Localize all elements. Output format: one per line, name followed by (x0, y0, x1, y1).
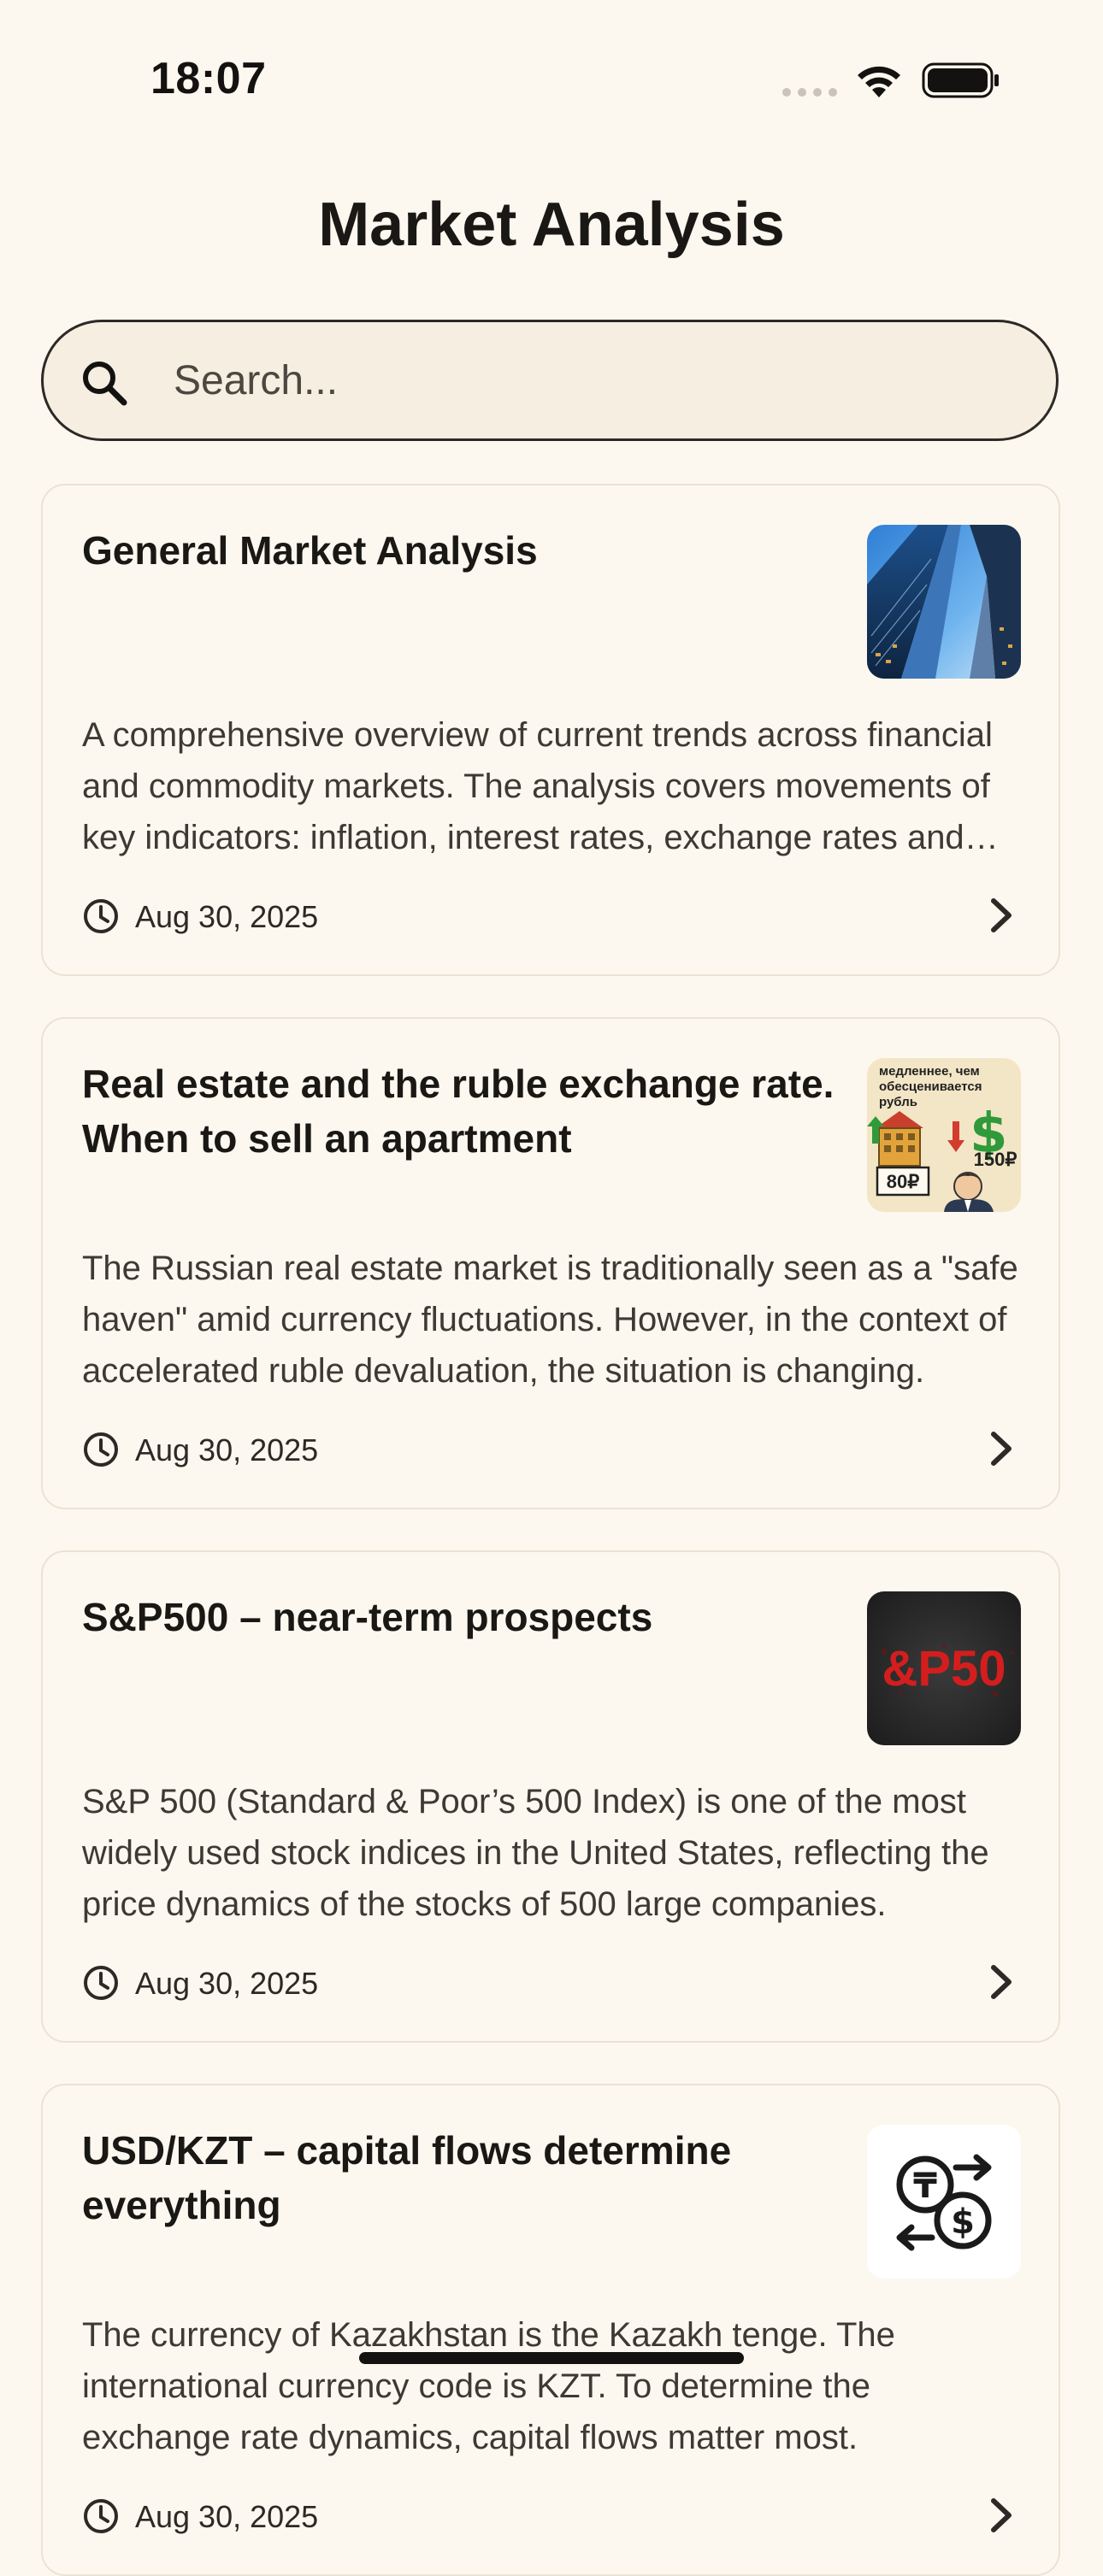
article-card-usd-kzt[interactable]: USD/KZT – capital flows determine everyt… (41, 2084, 1060, 2576)
article-description: The currency of Kazakhstan is the Kazakh… (82, 2316, 895, 2456)
article-date: Aug 30, 2025 (135, 899, 319, 934)
chevron-right-icon[interactable] (983, 1427, 1017, 1470)
article-title: Real estate and the ruble exchange rate.… (82, 1062, 835, 1161)
clock-icon (84, 1432, 118, 1467)
article-title: USD/KZT – capital flows determine everyt… (82, 2128, 732, 2227)
battery-icon (922, 62, 999, 98)
article-card-real-estate[interactable]: Real estate and the ruble exchange rate.… (41, 1017, 1060, 1509)
search-bar[interactable] (41, 320, 1059, 441)
chevron-right-icon[interactable] (983, 1961, 1017, 2003)
page-title: Market Analysis (318, 191, 785, 259)
article-title: General Market Analysis (82, 528, 538, 573)
article-card-sp500[interactable]: S&P500 – near-term prospects &P50 S&P 50… (41, 1550, 1060, 2043)
article-date: Aug 30, 2025 (135, 2499, 319, 2534)
article-card-general-market[interactable]: General Market Analysis A comprehensive … (41, 484, 1060, 976)
clock-icon (84, 899, 118, 933)
clock-icon (84, 1966, 118, 2000)
tenge-icon: ₸ (913, 2167, 937, 2206)
home-indicator[interactable] (359, 2352, 744, 2364)
article-description: The Russian real estate market is tradit… (82, 1250, 1018, 1390)
article-description: A comprehensive overview of current tren… (82, 716, 993, 856)
wifi-icon (858, 66, 900, 97)
article-date: Aug 30, 2025 (135, 1432, 319, 1467)
article-thumbnail-real-estate: медленнее, чем обесценивается рубль $ 80… (867, 1058, 1021, 1212)
article-thumbnail-skyscrapers (867, 525, 1021, 679)
article-date: Aug 30, 2025 (135, 1966, 319, 2001)
article-description: S&P 500 (Standard & Poor’s 500 Index) is… (82, 1783, 989, 1923)
price-low-label: 80₽ (887, 1171, 919, 1192)
status-time: 18:07 (150, 54, 267, 103)
signal-dots-icon (782, 88, 837, 97)
article-title: S&P500 – near-term prospects (82, 1595, 653, 1639)
chevron-right-icon[interactable] (983, 2494, 1017, 2537)
search-input[interactable] (174, 346, 1012, 415)
price-high-label: 150₽ (974, 1149, 1017, 1170)
article-thumbnail-sp500: &P50 (867, 1591, 1021, 1745)
article-thumbnail-currency-exchange: ₸ $ (867, 2125, 1021, 2279)
dollar-icon: $ (951, 2203, 975, 2242)
clock-icon (84, 2499, 118, 2533)
chevron-right-icon[interactable] (983, 894, 1017, 937)
status-bar: 18:07 (0, 0, 1103, 162)
sp500-logo-text: &P50 (882, 1641, 1006, 1697)
search-icon (83, 362, 127, 406)
